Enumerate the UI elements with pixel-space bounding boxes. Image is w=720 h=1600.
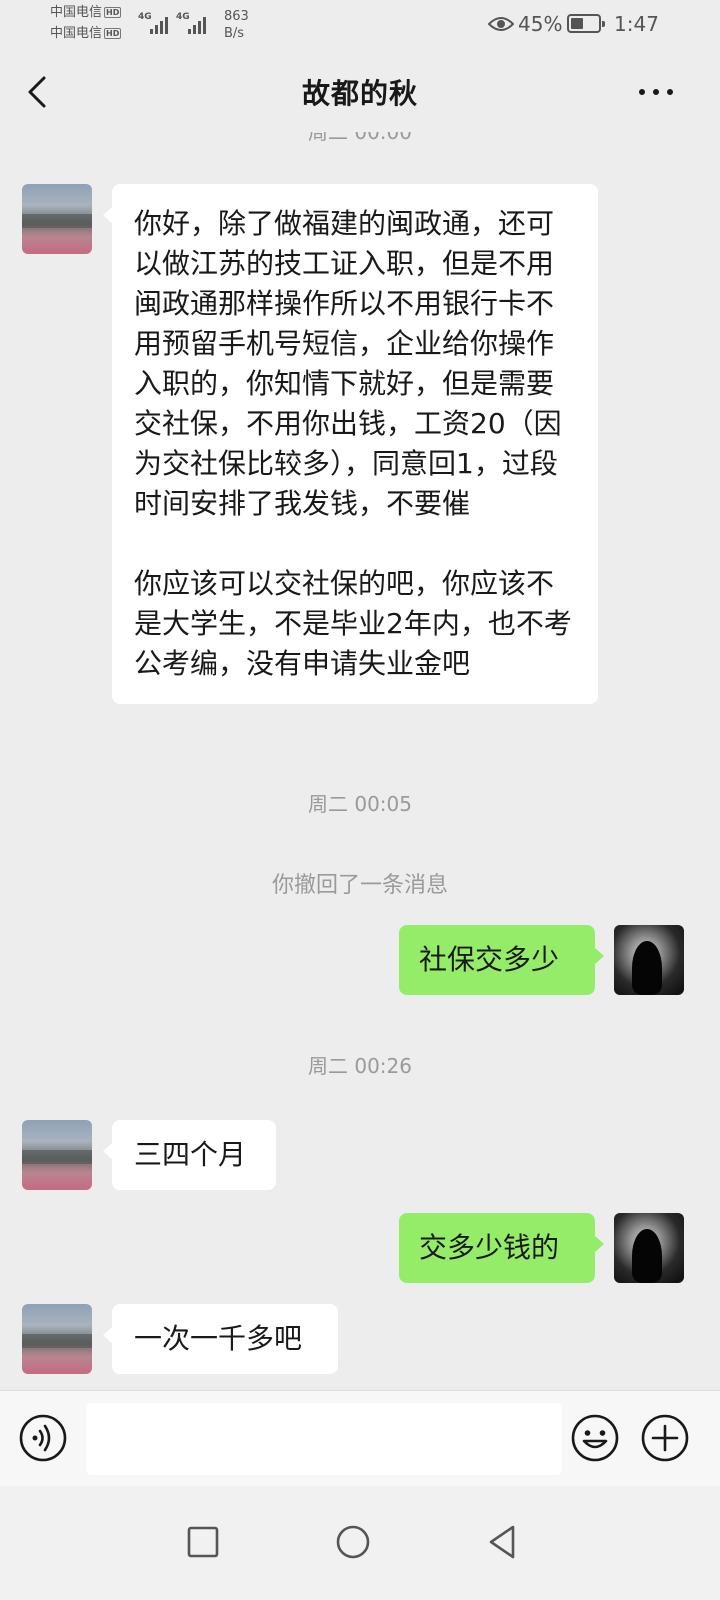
voice-icon[interactable] (18, 1413, 68, 1463)
message-bubble-incoming[interactable]: 三四个月 (103, 1120, 276, 1190)
recents-icon[interactable] (183, 1522, 223, 1562)
eye-comfort-icon (488, 17, 514, 31)
clock: 1:47 (614, 12, 659, 36)
message-bubble-outgoing[interactable]: 交多少钱的 (399, 1213, 604, 1283)
signal-icon-2: 4G (176, 12, 210, 34)
my-avatar[interactable] (614, 925, 684, 995)
chat-title: 故都的秋 (301, 77, 418, 110)
message-text: 社保交多少 (419, 943, 560, 976)
message-bubble-incoming[interactable]: 一次一千多吧 (103, 1304, 338, 1374)
back-icon[interactable] (483, 1522, 523, 1562)
net-speed: 863 B/s (224, 9, 249, 41)
message-text: 你应该可以交社保的吧，你应该不是大学生，不是毕业2年内，也不考公考编，没有申请失… (134, 567, 572, 680)
timestamp: 周二 00:05 (308, 792, 412, 816)
message-text: 一次一千多吧 (134, 1322, 303, 1355)
my-avatar[interactable] (614, 1213, 684, 1283)
status-bar: 中国电信 HD 中国电信 HD 4G 4G 863 B/s 45% 1:47 (0, 0, 720, 52)
contact-avatar[interactable] (22, 184, 92, 254)
battery-icon (567, 14, 605, 33)
chat-header: 故都的秋 (0, 52, 720, 132)
system-navigation-bar (0, 1486, 720, 1600)
carrier-2: 中国电信 HD (50, 26, 122, 41)
home-icon[interactable] (333, 1522, 373, 1562)
message-input-bar (0, 1390, 720, 1487)
battery-percent: 45% (518, 12, 563, 36)
emoji-icon[interactable] (570, 1413, 620, 1463)
chat-message-list[interactable]: 周二 00:00 你好，除了做福建的闽政通，还可以做江苏的技工证入职，但是不用闽… (0, 132, 720, 1390)
message-bubble-incoming[interactable]: 你好，除了做福建的闽政通，还可以做江苏的技工证入职，但是不用闽政通那样操作所以不… (103, 184, 598, 704)
plus-icon[interactable] (640, 1413, 690, 1463)
message-input[interactable] (86, 1403, 562, 1475)
signal-icon-1: 4G (138, 12, 172, 34)
timestamp-partial: 周二 00:00 (308, 132, 412, 144)
message-text: 交多少钱的 (419, 1231, 560, 1264)
message-bubble-outgoing[interactable]: 社保交多少 (399, 925, 604, 995)
message-text: 你好，除了做福建的闽政通，还可以做江苏的技工证入职，但是不用闽政通那样操作所以不… (134, 207, 562, 520)
timestamp: 周二 00:26 (308, 1054, 412, 1078)
contact-avatar[interactable] (22, 1120, 92, 1190)
contact-avatar[interactable] (22, 1304, 92, 1374)
more-options-icon[interactable] (636, 84, 676, 100)
recall-notice: 你撤回了一条消息 (271, 873, 448, 898)
message-text: 三四个月 (134, 1138, 247, 1171)
carrier-1: 中国电信 HD (50, 5, 122, 20)
